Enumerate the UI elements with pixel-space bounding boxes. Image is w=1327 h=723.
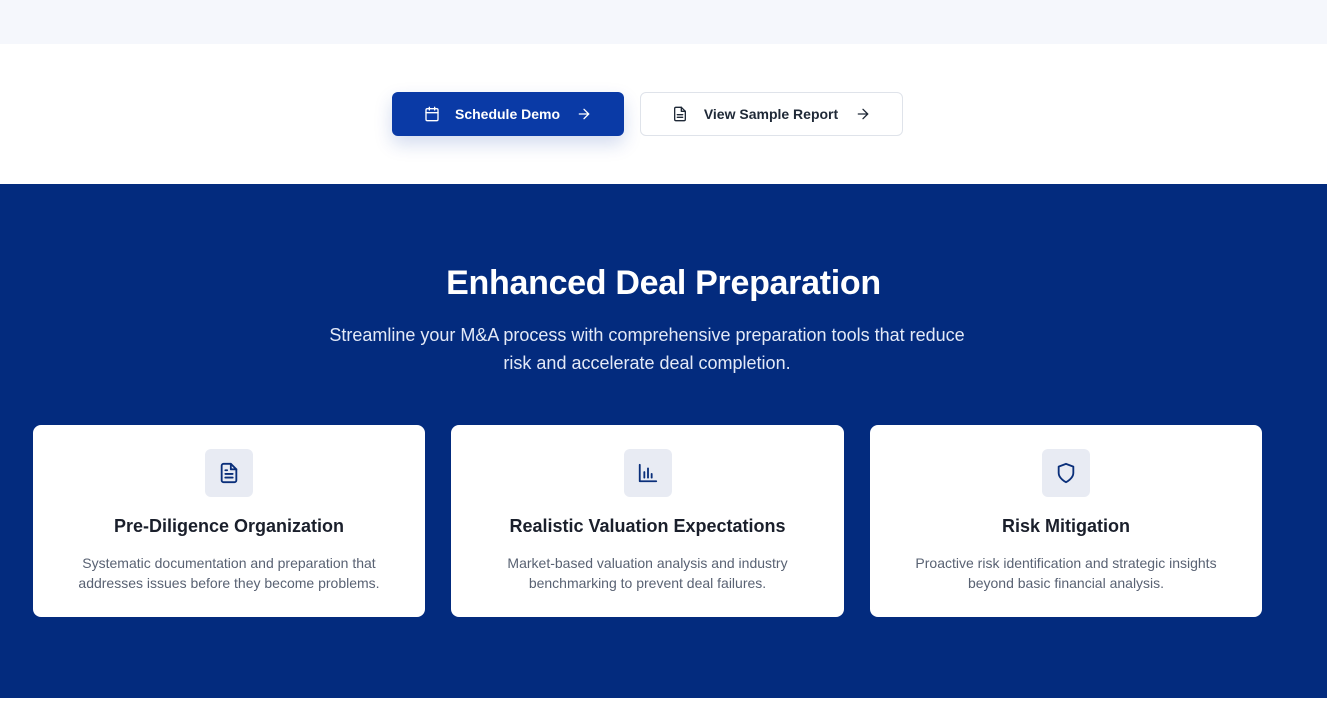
feature-card-risk: Risk Mitigation Proactive risk identific…: [870, 425, 1262, 617]
card-description: Systematic documentation and preparation…: [78, 555, 380, 591]
view-sample-report-label: View Sample Report: [703, 106, 839, 122]
schedule-demo-label: Schedule Demo: [454, 106, 561, 122]
feature-section: Enhanced Deal Preparation Streamline you…: [0, 184, 1327, 698]
bar-chart-icon: [623, 449, 672, 497]
section-title: Enhanced Deal Preparation: [446, 264, 881, 302]
schedule-demo-button[interactable]: Schedule Demo: [392, 92, 624, 136]
document-icon: [672, 106, 688, 122]
shield-icon: [1042, 449, 1090, 497]
feature-card-pre-diligence: Pre-Diligence Organization Systematic do…: [33, 425, 425, 617]
view-sample-report-button[interactable]: View Sample Report: [640, 92, 903, 136]
document-text-icon: [205, 449, 253, 497]
top-strip: [0, 0, 1327, 44]
arrow-right-icon: [855, 106, 871, 122]
arrow-right-icon: [576, 106, 592, 122]
calendar-icon: [424, 106, 440, 122]
cta-row: Schedule Demo View Sample Report: [0, 92, 1327, 136]
card-description: Proactive risk identification and strate…: [915, 555, 1217, 591]
section-subtitle: Streamline your M&A process with compreh…: [329, 325, 965, 373]
feature-card-valuation: Realistic Valuation Expectations Market-…: [451, 425, 844, 617]
card-title: Risk Mitigation: [1001, 516, 1130, 536]
card-description: Market-based valuation analysis and indu…: [507, 555, 788, 591]
card-title: Realistic Valuation Expectations: [509, 516, 786, 536]
card-title: Pre-Diligence Organization: [113, 516, 345, 536]
